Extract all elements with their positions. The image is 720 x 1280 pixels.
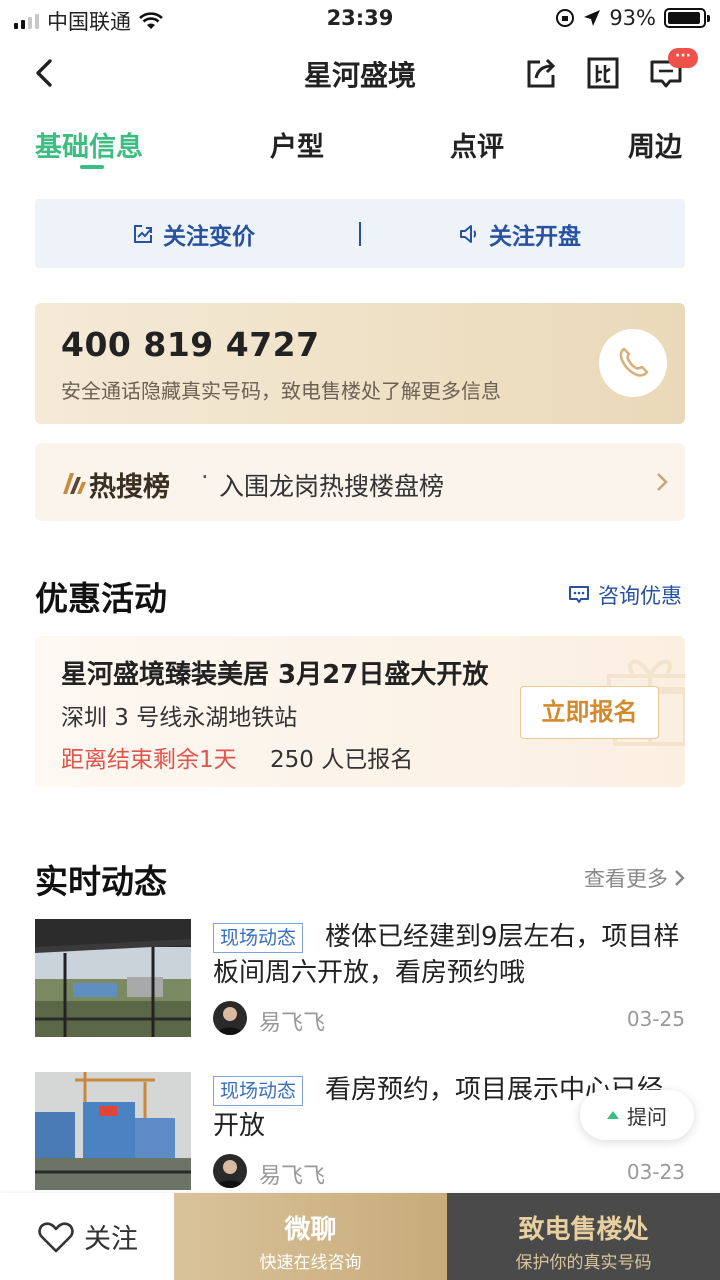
follow-label: 关注	[84, 1224, 138, 1255]
follow-divider	[359, 222, 361, 246]
ask-label: 提问	[627, 1104, 667, 1129]
hot-search-title: 热搜榜	[89, 472, 170, 503]
chevron-right-icon	[675, 870, 685, 886]
ask-question-button[interactable]: 提问	[580, 1090, 694, 1140]
news-photo	[35, 919, 191, 1037]
phone-icon	[619, 347, 649, 377]
chat-sub-label: 快速在线咨询	[259, 1253, 362, 1273]
nav-bar: 星河盛境	[0, 44, 720, 104]
follow-price-button[interactable]: 关注变价	[133, 199, 255, 268]
follow-opening-button[interactable]: 关注开盘	[459, 199, 581, 268]
trend-icon	[134, 224, 152, 243]
news-tag: 现场动态	[213, 1076, 304, 1106]
location-icon	[584, 10, 601, 26]
call-button[interactable]	[599, 329, 667, 397]
news-item[interactable]: 楼体已经建到9层左右，项目样板间周六开放，看房预约哦 现场动态 易飞飞 03-2…	[35, 919, 685, 1039]
news-author[interactable]: 易飞飞	[259, 1158, 325, 1190]
hot-search-text: 入围龙岗热搜楼盘榜	[219, 472, 445, 501]
chat-icon	[569, 586, 589, 603]
status-bar: 中国联通 23:39 93%	[0, 0, 720, 38]
news-date: 03-23	[626, 1160, 685, 1184]
chevron-right-icon	[657, 473, 668, 491]
follow-button[interactable]: 关注	[38, 1217, 138, 1256]
call-sub-label: 保护你的真实号码	[515, 1253, 652, 1273]
tab-floor-plans[interactable]: 户型	[270, 125, 324, 164]
back-icon[interactable]	[28, 56, 62, 90]
bottom-action-bar: 关注 微聊 快速在线咨询 致电售楼处 保护你的真实号码	[0, 1193, 720, 1280]
tab-bar: 基础信息 户型 点评 周边	[0, 125, 720, 175]
follow-price-label: 关注变价	[163, 223, 255, 250]
news-tag: 现场动态	[213, 923, 304, 953]
see-more-label: 查看更多	[584, 867, 668, 891]
news-photo	[35, 1072, 191, 1190]
wechat-consult-button[interactable]: 微聊 快速在线咨询	[174, 1193, 447, 1280]
news-author[interactable]: 易飞飞	[259, 1005, 325, 1037]
promotion-card[interactable]: 星河盛境臻装美居 3月27日盛大开放 深圳 3 号线永湖地铁站 距离结束剩余1天…	[35, 636, 685, 787]
phone-card[interactable]: 400 819 4727 安全通话隐藏真实号码，致电售楼处了解更多信息	[35, 303, 685, 424]
caret-up-icon	[607, 1111, 619, 1119]
promotion-countdown: 距离结束剩余1天	[61, 747, 237, 773]
promotion-title: 星河盛境臻装美居 3月27日盛大开放	[61, 660, 489, 690]
phone-number: 400 819 4727	[61, 325, 320, 364]
news-date: 03-25	[626, 1007, 685, 1031]
battery-percent: 93%	[609, 6, 656, 30]
signup-button[interactable]: 立即报名	[520, 686, 659, 739]
see-more-link[interactable]: 查看更多	[584, 863, 686, 893]
heart-icon	[38, 1221, 74, 1252]
message-badge: ···	[668, 48, 698, 68]
tab-reviews[interactable]: 点评	[450, 125, 504, 164]
follow-bar: 关注变价 关注开盘	[35, 199, 685, 268]
battery-fill	[668, 12, 700, 24]
hot-search-separator: ·	[201, 463, 209, 491]
hot-search-logo-icon	[63, 473, 86, 494]
consult-discount-link[interactable]: 咨询优惠	[568, 580, 682, 610]
tab-surroundings[interactable]: 周边	[628, 125, 682, 164]
tab-indicator	[80, 165, 104, 169]
call-sales-office-button[interactable]: 致电售楼处 保护你的真实号码	[447, 1193, 720, 1280]
consult-label: 咨询优惠	[598, 584, 682, 608]
status-right: 93%	[555, 6, 710, 30]
call-main-label: 致电售楼处	[518, 1215, 649, 1245]
news-heading: 实时动态	[35, 862, 167, 901]
tab-basic-info[interactable]: 基础信息	[35, 125, 143, 164]
orientation-lock-icon	[556, 9, 575, 27]
promotions-heading: 优惠活动	[35, 579, 167, 618]
compare-icon[interactable]	[586, 56, 620, 90]
avatar[interactable]	[213, 1154, 247, 1188]
hot-search-banner[interactable]: 热搜榜 · 入围龙岗热搜楼盘榜	[35, 443, 685, 521]
share-icon[interactable]	[524, 56, 558, 90]
chat-main-label: 微聊	[284, 1215, 337, 1245]
promotion-location: 深圳 3 号线永湖地铁站	[61, 705, 298, 731]
battery-icon	[664, 8, 710, 28]
phone-description: 安全通话隐藏真实号码，致电售楼处了解更多信息	[61, 379, 501, 403]
speaker-icon	[460, 224, 477, 243]
follow-opening-label: 关注开盘	[489, 223, 581, 250]
promotion-signup-count: 250 人已报名	[270, 747, 414, 773]
avatar[interactable]	[213, 1001, 247, 1035]
